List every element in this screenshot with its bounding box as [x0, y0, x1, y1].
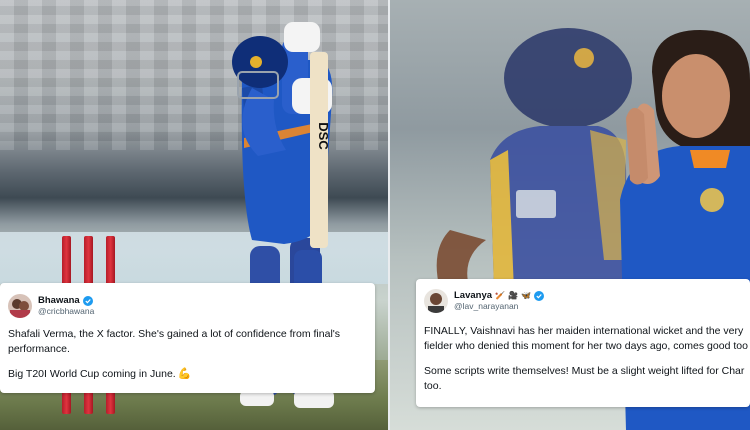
tweet-line: too.: [424, 380, 442, 392]
user-handle[interactable]: @cricbhawana: [38, 306, 94, 317]
tweet-paragraph: Big T20I World Cup coming in June. 💪: [8, 368, 192, 380]
display-name[interactable]: Lavanya: [454, 290, 492, 301]
tweet-paragraph: Shafali Verma, the X factor. She's gaine…: [8, 328, 341, 355]
verified-badge-icon: [82, 295, 93, 306]
tweet-card-bhawana[interactable]: Bhawana @cricbhawana Shafali Verma, the …: [0, 283, 375, 393]
tweet-line: Some scripts write themselves! Must be a…: [424, 365, 745, 377]
flexed-biceps-icon: 💪: [177, 368, 192, 380]
bat-brand-label: DSC: [316, 122, 331, 150]
display-name[interactable]: Bhawana: [38, 295, 80, 306]
collage: DSC Bhawana @cricbhawana Shafali Verma, …: [0, 0, 750, 430]
tweet-header: Lavanya 🏏 🎥 🦋 @lav_narayanan: [424, 287, 742, 315]
tweet-line: fielder who denied this moment for her t…: [424, 340, 748, 352]
tweet-line: FINALLY, Vaishnavi has her maiden intern…: [424, 325, 744, 337]
avatar[interactable]: [424, 289, 448, 313]
person-emoji-icon: 🦋: [520, 291, 531, 300]
tweet-text: FINALLY, Vaishnavi has her maiden intern…: [424, 324, 748, 394]
user-handle[interactable]: @lav_narayanan: [454, 301, 544, 312]
cricket-emoji-icon: 🏏: [495, 291, 505, 300]
tweet-card-lavanya[interactable]: Lavanya 🏏 🎥 🦋 @lav_narayanan FINALLY, Va…: [416, 279, 750, 407]
tweet-text: Shafali Verma, the X factor. She's gaine…: [8, 327, 367, 382]
tweet-header: Bhawana @cricbhawana: [8, 292, 367, 320]
camera-emoji-icon: 🎥: [508, 291, 518, 300]
avatar[interactable]: [8, 294, 32, 318]
verified-badge-icon: [533, 290, 544, 301]
